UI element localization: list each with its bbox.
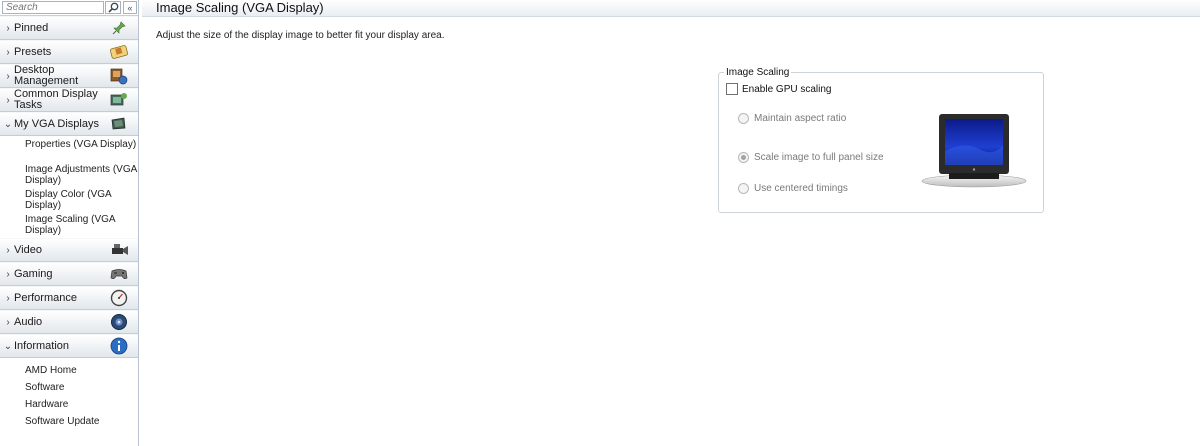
chevron-right-icon: › <box>6 22 10 34</box>
info-icon <box>108 336 130 356</box>
display-tasks-icon <box>108 90 130 110</box>
chevron-down-icon: ⌄ <box>3 340 13 352</box>
radio-scale-full-panel[interactable]: Scale image to full panel size <box>738 152 884 163</box>
category-label: My VGA Displays <box>14 117 99 130</box>
chevron-right-icon: › <box>6 292 10 304</box>
subitem-amd-home[interactable]: AMD Home <box>0 362 138 379</box>
subitem-software[interactable]: Software <box>0 379 138 396</box>
sidebar-category-my-vga-displays[interactable]: ⌄ My VGA Displays <box>0 112 138 136</box>
subitem-software-update[interactable]: Software Update <box>0 413 138 430</box>
radio-centered-timings[interactable]: Use centered timings <box>738 183 848 194</box>
main-panel: Image Scaling (VGA Display) Adjust the s… <box>142 0 1200 446</box>
sidebar-category-performance[interactable]: › Performance <box>0 286 138 310</box>
category-label: Common Display Tasks <box>14 88 98 111</box>
page-title: Image Scaling (VGA Display) <box>156 0 324 15</box>
chevron-right-icon: › <box>6 316 10 328</box>
gauge-icon <box>108 288 130 308</box>
collapse-sidebar-button[interactable]: « <box>123 1 137 14</box>
group-legend: Image Scaling <box>724 67 792 78</box>
search-row: « <box>0 0 138 16</box>
sidebar-category-presets[interactable]: › Presets <box>0 40 138 64</box>
subitem-properties-vga[interactable]: Properties (VGA Display) <box>0 139 138 164</box>
search-input[interactable] <box>2 1 104 14</box>
radio-button[interactable] <box>738 183 749 194</box>
category-label: Desktop Management <box>14 64 79 87</box>
search-icon[interactable] <box>105 1 121 14</box>
sidebar-category-video[interactable]: › Video <box>0 238 138 262</box>
enable-gpu-scaling-checkbox-row[interactable]: Enable GPU scaling <box>726 83 832 95</box>
category-label: Video <box>14 243 42 256</box>
category-label: Information <box>14 339 70 352</box>
vga-display-icon <box>108 114 130 134</box>
category-label: Pinned <box>14 21 49 34</box>
radio-label: Scale image to full panel size <box>754 152 884 163</box>
enable-gpu-scaling-checkbox[interactable] <box>726 83 738 95</box>
presets-icon <box>108 42 130 62</box>
radio-maintain-aspect-ratio[interactable]: Maintain aspect ratio <box>738 113 846 124</box>
subitem-image-adjustments-vga[interactable]: Image Adjustments (VGA Display) <box>0 164 138 189</box>
title-bar: Image Scaling (VGA Display) <box>142 0 1200 17</box>
vga-subitems: Properties (VGA Display) Image Adjustmen… <box>0 136 138 238</box>
category-label: Presets <box>14 45 52 58</box>
info-subitems: AMD Home Software Hardware Software Upda… <box>0 358 138 430</box>
radio-label: Maintain aspect ratio <box>754 113 847 124</box>
enable-gpu-scaling-label[interactable]: Enable GPU scaling <box>742 84 832 95</box>
sidebar-category-information[interactable]: ⌄ Information <box>0 334 138 358</box>
radio-button-selected[interactable] <box>738 152 749 163</box>
pin-icon <box>108 18 130 38</box>
radio-button[interactable] <box>738 113 749 124</box>
chevron-right-icon: › <box>6 46 10 58</box>
sidebar-category-common-display-tasks[interactable]: › Common Display Tasks <box>0 88 138 112</box>
subitem-image-scaling-vga[interactable]: Image Scaling (VGA Display) <box>0 214 138 238</box>
subitem-display-color-vga[interactable]: Display Color (VGA Display) <box>0 189 138 214</box>
speaker-icon <box>108 312 130 332</box>
category-label: Gaming <box>14 267 53 280</box>
desktop-management-icon <box>108 66 130 86</box>
sidebar-category-audio[interactable]: › Audio <box>0 310 138 334</box>
image-scaling-group: Image Scaling Enable GPU scaling Maintai… <box>718 67 1044 213</box>
chevron-right-icon: › <box>6 244 10 256</box>
sidebar: « › Pinned › Presets › Desktop Managemen… <box>0 0 139 446</box>
radio-label: Use centered timings <box>754 183 848 194</box>
monitor-preview-icon <box>919 111 1029 189</box>
sidebar-category-desktop-management[interactable]: › Desktop Management <box>0 64 138 88</box>
category-label: Performance <box>14 291 77 304</box>
category-label: Audio <box>14 315 43 328</box>
chevron-right-icon: › <box>6 94 10 106</box>
sidebar-category-gaming[interactable]: › Gaming <box>0 262 138 286</box>
page-description: Adjust the size of the display image to … <box>156 30 445 41</box>
video-camera-icon <box>108 240 130 260</box>
chevron-right-icon: › <box>6 70 10 82</box>
chevron-down-icon: ⌄ <box>3 118 13 130</box>
chevron-right-icon: › <box>6 268 10 280</box>
gamepad-icon <box>108 264 130 284</box>
subitem-hardware[interactable]: Hardware <box>0 396 138 413</box>
sidebar-category-pinned[interactable]: › Pinned <box>0 16 138 40</box>
